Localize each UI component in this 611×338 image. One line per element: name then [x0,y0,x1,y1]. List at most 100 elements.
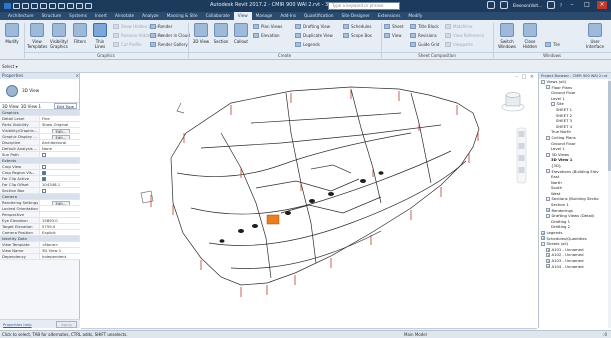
edit-button[interactable]: Edit... [51,134,71,139]
property-value[interactable]: Edit... [40,128,80,133]
tab-collaborate[interactable]: Collaborate [202,12,234,20]
close-icon[interactable]: × [75,73,79,79]
help-icon[interactable]: ? [560,3,562,8]
close-hidden-button[interactable]: Close Hidden [520,23,540,49]
text-icon[interactable] [67,3,74,9]
checkbox[interactable] [42,165,46,169]
duplicate-view-button[interactable]: Duplicate View [295,33,333,38]
selected-element[interactable] [266,214,280,225]
user-name[interactable]: EleonoraVolt... [513,3,542,8]
property-value[interactable]: Edit... [40,134,80,139]
active-model-dropdown[interactable]: Main Model [404,331,427,338]
expand-icon[interactable]: + [546,258,550,263]
model-canvas[interactable] [81,73,537,328]
save-icon[interactable] [22,3,29,9]
navigation-bar[interactable] [516,127,527,184]
property-value[interactable]: 5759.0 [40,224,80,229]
tab-modify[interactable]: Modify [404,12,426,20]
measure-icon[interactable] [58,3,65,9]
maximize-button[interactable]: □ [582,1,592,9]
section-button[interactable]: Section [211,23,231,44]
property-value[interactable]: <None> [40,242,80,247]
visibility-graphics-button[interactable]: Visibility/ Graphics [49,23,69,49]
undo-icon[interactable] [31,3,38,9]
tab-insert[interactable]: Insert [91,12,111,20]
property-value[interactable]: 104348.1 [40,182,80,187]
expand-icon[interactable]: + [541,230,545,235]
property-value[interactable] [40,176,80,181]
schedules-button[interactable]: Schedules [343,24,371,29]
edit-button[interactable]: Edit... [51,200,71,205]
render-gallery-button[interactable]: Render Gallery [150,42,188,47]
type-selector[interactable]: 3D View [0,79,79,103]
plan-views-button[interactable]: Plan Views [253,24,282,29]
view-button[interactable]: View [384,33,402,38]
property-value[interactable]: Independent [40,254,80,259]
scope-box-button[interactable]: Scope Box [343,33,372,38]
collapse-icon[interactable]: - [546,85,550,90]
property-value[interactable]: Explicit [40,230,80,235]
close-windows-icon[interactable] [85,3,92,9]
render-button[interactable]: Render [150,24,172,29]
minimize-button[interactable]: – [567,1,577,9]
title-block-button[interactable]: Title Block [410,24,439,29]
redo-icon[interactable] [40,3,47,9]
tile-button[interactable]: Tile [545,42,560,47]
thin-lines-button[interactable]: Thin Lines [90,23,110,49]
viewports-button[interactable]: Viewports [445,42,473,47]
checkbox[interactable] [42,153,46,157]
edit-type-button[interactable]: Edit Type [53,103,77,109]
property-value[interactable]: 15893.0 [40,218,80,223]
expand-icon[interactable]: + [546,264,550,269]
guide-grid-button[interactable]: Guide Grid [410,42,439,47]
edit-button[interactable]: Edit... [51,128,71,133]
sheet-button[interactable]: Sheet [384,24,404,29]
render-in-cloud-button[interactable]: Render in Cloud [150,33,190,38]
tab-extensions[interactable]: Extensions [374,12,405,20]
revisions-button[interactable]: Revisions [410,33,437,38]
3d-viewport[interactable]: – □ × [81,73,537,328]
binoculars-icon[interactable] [486,1,495,9]
properties-help-link[interactable]: Properties help [3,322,32,327]
collapse-icon[interactable]: - [541,79,545,84]
tab-quantification[interactable]: Quantification [300,12,338,20]
collapse-icon[interactable]: - [546,169,550,174]
legends-button[interactable]: Legends [295,42,320,47]
open-icon[interactable] [13,3,20,9]
property-value[interactable]: None [40,146,80,151]
property-value[interactable] [40,188,80,193]
cut-profile-button[interactable]: Cut Profile [113,42,142,47]
view-templates-button[interactable]: View Templates [27,23,47,49]
property-value[interactable]: Architectural [40,140,80,145]
matchline-button[interactable]: Matchline [445,24,472,29]
property-value[interactable] [40,164,80,169]
tab-massing-site[interactable]: Massing & Site [163,12,202,20]
level-markers[interactable] [150,89,479,297]
instance-selector-dropdown[interactable]: 3D View: 3D View 1 [2,104,41,109]
3d-view-button[interactable]: 3D View [191,23,211,44]
tab-view[interactable]: View [233,12,252,20]
collapse-icon[interactable]: - [541,242,545,247]
checkbox[interactable] [42,177,46,181]
property-value[interactable] [40,212,80,217]
user-interface-button[interactable]: User Interface [585,23,605,49]
close-button[interactable]: × [597,1,607,9]
tab-manage[interactable]: Manage [252,12,277,20]
site-model[interactable] [140,86,480,286]
apply-button[interactable]: Apply [56,320,77,328]
property-value[interactable]: Edit... [40,200,80,205]
collapse-icon[interactable]: - [546,135,550,140]
expand-icon[interactable]: + [546,208,550,213]
collapse-icon[interactable]: - [546,214,550,219]
tab-add-ins[interactable]: Add-Ins [276,12,300,20]
modify-button[interactable]: Modify [2,23,22,44]
tab-analyze[interactable]: Analyze [138,12,163,20]
cart-icon[interactable] [546,1,555,9]
switch-windows-button[interactable]: Switch Windows [496,23,518,49]
select-dropdown[interactable]: Select ▾ [2,64,18,69]
expand-icon[interactable]: + [546,247,550,252]
expand-icon[interactable]: + [546,253,550,258]
tab-systems[interactable]: Systems [65,12,91,20]
tab-structure[interactable]: Structure [38,12,65,20]
property-value[interactable] [40,152,80,157]
